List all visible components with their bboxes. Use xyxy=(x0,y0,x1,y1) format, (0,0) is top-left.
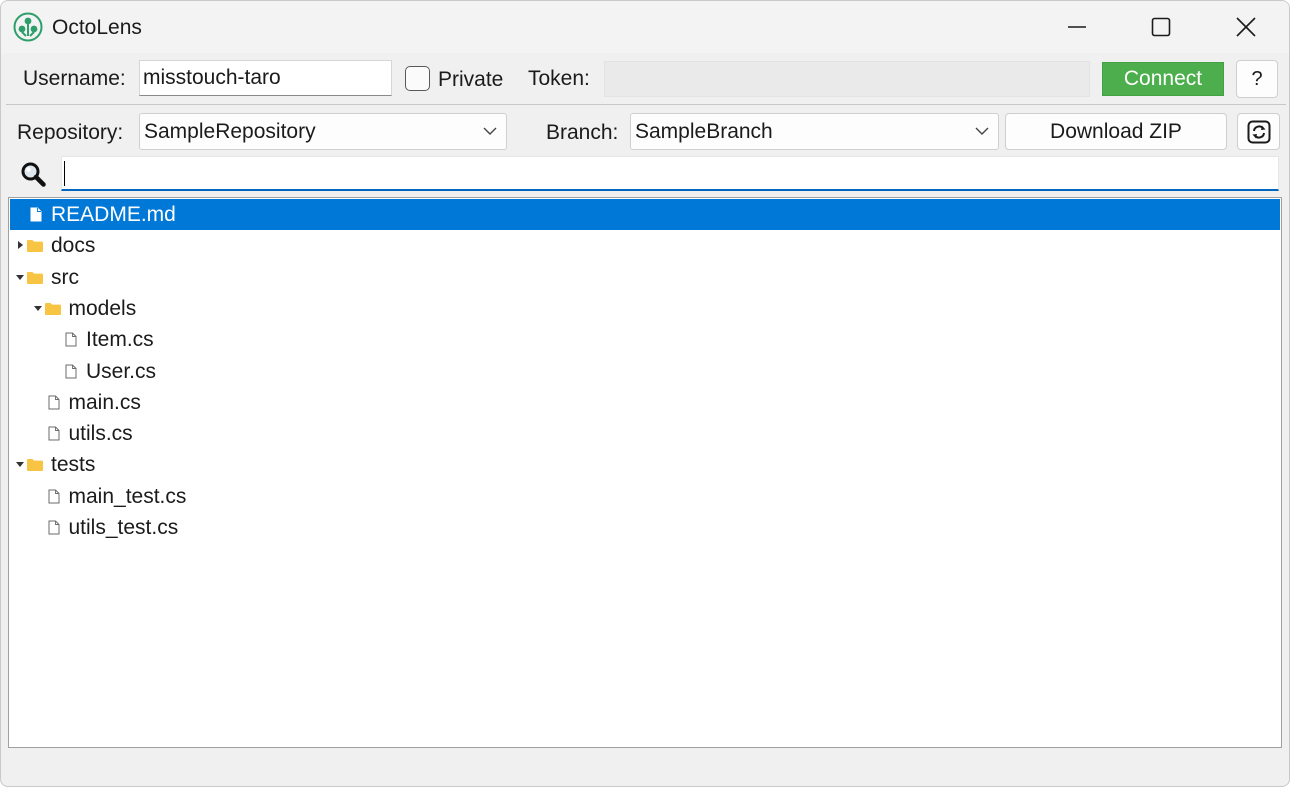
maximize-button[interactable] xyxy=(1118,1,1204,53)
private-checkbox[interactable] xyxy=(405,66,430,91)
folder-icon xyxy=(27,459,43,472)
tree-node-label: src xyxy=(51,265,79,289)
tree-node-label: tests xyxy=(51,453,96,477)
tree-node-label: User.cs xyxy=(86,359,157,383)
tree-file-row[interactable]: main_test.cs xyxy=(10,481,1280,512)
tree-node-label: utils.cs xyxy=(68,422,133,446)
repository-label: Repository: xyxy=(17,121,124,144)
tree-file-row[interactable]: main.cs xyxy=(10,387,1280,418)
tree-node-label: main_test.cs xyxy=(68,484,187,508)
tree-node-label: Item.cs xyxy=(86,328,154,352)
help-button[interactable]: ? xyxy=(1236,60,1278,98)
app-window: OctoLens Username: misstouch-taro Privat… xyxy=(0,0,1290,787)
tree-file-row[interactable]: utils.cs xyxy=(10,418,1280,449)
expanded-arrow-icon[interactable] xyxy=(16,460,24,468)
minimize-button[interactable] xyxy=(1034,1,1120,53)
file-icon xyxy=(48,520,59,535)
download-zip-button[interactable]: Download ZIP xyxy=(1005,113,1227,150)
expanded-arrow-icon[interactable] xyxy=(16,273,24,281)
search-input[interactable] xyxy=(61,156,1279,191)
refresh-icon xyxy=(1247,120,1270,143)
window-title: OctoLens xyxy=(52,16,142,39)
tree-folder-row[interactable]: src xyxy=(10,262,1280,293)
expanded-arrow-icon[interactable] xyxy=(33,304,42,312)
branch-select[interactable]: SampleBranch xyxy=(630,113,999,150)
connect-button[interactable]: Connect xyxy=(1102,62,1224,96)
file-icon xyxy=(30,207,42,222)
username-label: Username: xyxy=(23,67,126,90)
app-logo-icon xyxy=(13,12,43,42)
magnifier-icon xyxy=(21,162,46,187)
separator xyxy=(6,104,1286,105)
file-tree[interactable]: README.md docs src models Item.cs User.cs main… xyxy=(8,197,1282,748)
refresh-button[interactable] xyxy=(1237,113,1280,150)
file-icon xyxy=(48,395,59,410)
folder-icon xyxy=(44,302,61,315)
username-field[interactable]: misstouch-taro xyxy=(139,60,392,96)
folder-icon xyxy=(27,240,43,253)
tree-file-row[interactable]: utils_test.cs xyxy=(10,512,1280,543)
tree-folder-row[interactable]: tests xyxy=(10,449,1280,480)
tree-file-row[interactable]: User.cs xyxy=(10,356,1280,387)
collapsed-arrow-icon[interactable] xyxy=(16,241,24,250)
tree-folder-row[interactable]: models xyxy=(10,293,1280,324)
repository-value: SampleRepository xyxy=(144,119,316,143)
file-icon xyxy=(65,332,77,347)
private-label[interactable]: Private xyxy=(438,68,503,92)
title-bar[interactable]: OctoLens xyxy=(1,1,1289,53)
branch-value: SampleBranch xyxy=(635,119,773,143)
branch-label: Branch: xyxy=(546,121,619,144)
token-field[interactable] xyxy=(604,61,1090,97)
folder-icon xyxy=(27,271,43,284)
chevron-down-icon xyxy=(975,127,989,135)
tree-node-label: main.cs xyxy=(68,390,141,414)
tree-file-row[interactable]: Item.cs xyxy=(10,324,1280,355)
tree-node-label: utils_test.cs xyxy=(68,516,179,539)
tree-folder-row[interactable]: docs xyxy=(10,230,1280,261)
minimize-icon xyxy=(1068,26,1086,28)
maximize-icon xyxy=(1151,17,1171,37)
close-button[interactable] xyxy=(1203,1,1289,53)
chevron-down-icon xyxy=(483,127,497,135)
repository-select[interactable]: SampleRepository xyxy=(139,113,507,150)
file-icon xyxy=(48,426,59,441)
file-icon xyxy=(48,489,59,504)
username-value: misstouch-taro xyxy=(143,66,281,89)
tree-file-row[interactable]: README.md xyxy=(10,199,1280,230)
tree-node-label: README.md xyxy=(51,203,176,226)
text-caret xyxy=(64,161,65,186)
file-icon xyxy=(65,364,77,378)
close-icon xyxy=(1236,17,1256,37)
token-label: Token: xyxy=(528,67,590,90)
tree-node-label: models xyxy=(68,296,137,320)
tree-node-label: docs xyxy=(51,234,96,258)
